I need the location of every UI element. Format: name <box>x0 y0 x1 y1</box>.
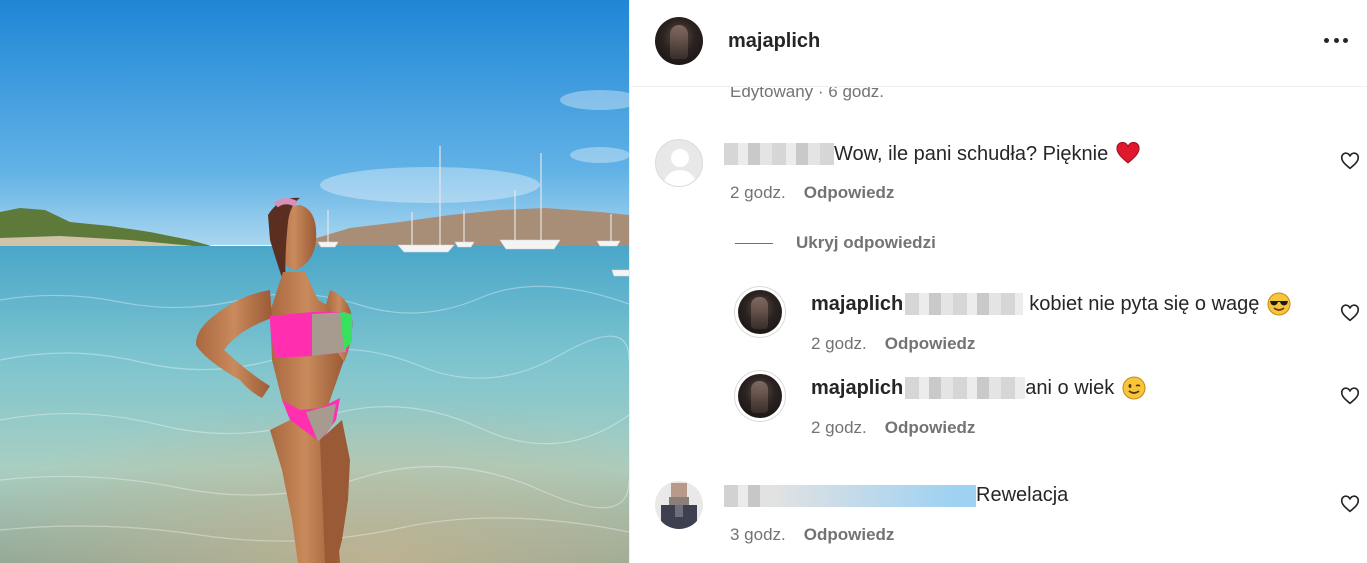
hide-replies-label: Ukryj odpowiedzi <box>796 233 936 252</box>
reply-author-avatar[interactable] <box>734 370 786 422</box>
reply-author-avatar[interactable] <box>734 286 786 338</box>
reply-button[interactable]: Odpowiedz <box>804 525 895 544</box>
like-heart-icon[interactable] <box>1340 304 1360 322</box>
hide-replies-button[interactable]: Ukryj odpowiedzi <box>735 233 936 253</box>
like-heart-icon[interactable] <box>1340 152 1360 170</box>
hide-replies-line <box>735 242 773 244</box>
reply-meta: 2 godz. Odpowiedz <box>811 334 975 354</box>
reply-time: 2 godz. <box>811 418 867 437</box>
commenter-avatar[interactable] <box>655 139 703 187</box>
comment-text-row: Wow, ile pani schudła? Pięknie <box>724 142 1140 166</box>
reply-text-row: majaplich ani o wiek <box>811 376 1146 400</box>
pixelated-avatar-image <box>655 481 703 529</box>
author-avatar[interactable] <box>655 17 703 65</box>
red-heart-icon <box>1116 142 1140 164</box>
more-options-icon[interactable] <box>1321 28 1351 52</box>
commenter-avatar[interactable] <box>655 481 703 529</box>
comment-meta: 3 godz. Odpowiedz <box>730 525 894 545</box>
reply-text: kobiet nie pyta się o wagę <box>1029 292 1260 315</box>
reply-text: ani o wiek <box>1025 376 1115 399</box>
comment-text: Wow, ile pani schudła? Pięknie <box>834 142 1109 165</box>
reply-meta: 2 godz. Odpowiedz <box>811 418 975 438</box>
comment-time: 2 godz. <box>730 183 786 202</box>
comment-text-row: Rewelacja <box>724 484 1068 507</box>
blurred-mention <box>905 377 1026 399</box>
reply-text-row: majaplich kobiet nie pyta się o wagę <box>811 292 1291 316</box>
post-photo[interactable] <box>0 0 629 563</box>
reply-author-username[interactable]: majaplich <box>811 293 903 316</box>
reply-button[interactable]: Odpowiedz <box>885 418 976 437</box>
winking-face-icon <box>1122 376 1146 400</box>
reply-button[interactable]: Odpowiedz <box>885 334 976 353</box>
blurred-username <box>724 484 976 507</box>
like-heart-icon[interactable] <box>1340 387 1360 405</box>
blurred-username <box>724 143 834 165</box>
post-header: majaplich <box>630 0 1367 87</box>
reply-button[interactable]: Odpowiedz <box>804 183 895 202</box>
author-username[interactable]: majaplich <box>728 30 820 53</box>
reply-author-username[interactable]: majaplich <box>811 377 903 400</box>
comment-text: Rewelacja <box>976 484 1069 506</box>
sunglasses-face-icon <box>1267 292 1291 316</box>
beach-photo-image <box>0 0 629 563</box>
reply-time: 2 godz. <box>811 334 867 353</box>
like-heart-icon[interactable] <box>1340 495 1360 513</box>
comment-meta: 2 godz. Odpowiedz <box>730 183 894 203</box>
blurred-mention <box>905 293 1024 315</box>
comments-panel: majaplich Edytowany · 6 godz. Wow, ile p… <box>629 0 1367 563</box>
comment-time: 3 godz. <box>730 525 786 544</box>
